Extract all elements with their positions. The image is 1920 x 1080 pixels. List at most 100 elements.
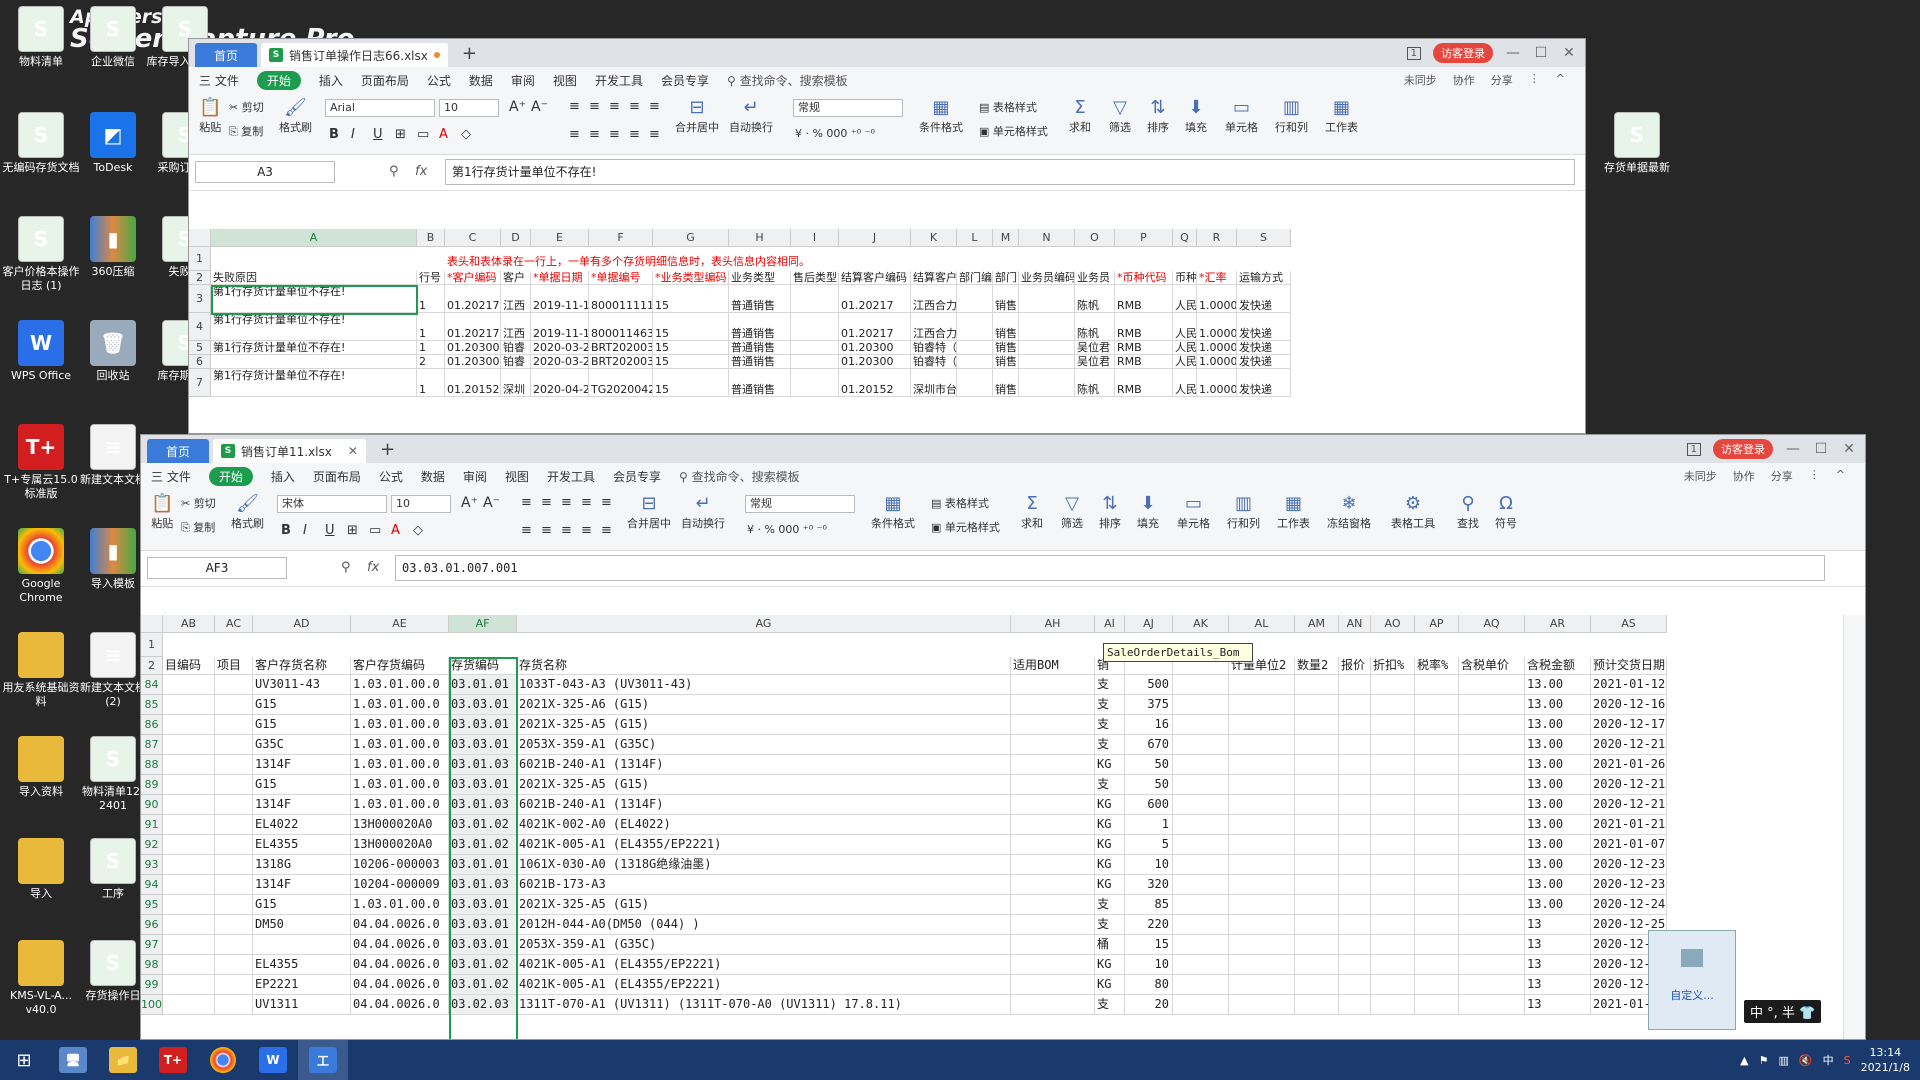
empty-cell[interactable]	[1295, 775, 1339, 795]
icon-wuliao[interactable]: S 物料清单	[0, 6, 82, 69]
data-cell[interactable]: 1	[417, 285, 445, 313]
empty-cell[interactable]	[1415, 995, 1459, 1015]
cell-ai[interactable]: KG	[1095, 975, 1125, 995]
cell-aj[interactable]: 500	[1125, 675, 1173, 695]
corner-cell[interactable]	[141, 615, 163, 633]
cell-ag[interactable]: 6021B-173-A3	[517, 875, 1011, 895]
empty-cell[interactable]	[1229, 835, 1295, 855]
cell-ae[interactable]: 1.03.01.00.0	[351, 715, 449, 735]
grow-font-icon[interactable]: A⁺	[509, 99, 526, 115]
icon-tplus[interactable]: T+ T+专属云15.0标准版	[0, 424, 82, 501]
empty-cell[interactable]	[163, 995, 215, 1015]
cell-as[interactable]: 2020-12-23	[1591, 855, 1667, 875]
empty-cell[interactable]	[1459, 855, 1525, 875]
header-cell[interactable]: 税率%	[1415, 657, 1459, 675]
copy-button[interactable]: ⎘ 复制	[181, 519, 215, 535]
clear-icon[interactable]: ◇	[413, 523, 423, 538]
empty-cell[interactable]	[1173, 775, 1229, 795]
cell-af[interactable]: 03.01.03	[449, 875, 517, 895]
empty-cell[interactable]	[1339, 675, 1371, 695]
menu-item-4[interactable]: 公式	[427, 72, 451, 89]
empty-cell[interactable]	[163, 855, 215, 875]
header-cell[interactable]: 含税单价	[1459, 657, 1525, 675]
empty-cell[interactable]	[1459, 835, 1525, 855]
cell-ai[interactable]: 支	[1095, 695, 1125, 715]
cell-af[interactable]: 03.03.01	[449, 895, 517, 915]
halign-icon-2[interactable]: ≡	[561, 523, 572, 538]
empty-cell[interactable]	[1229, 955, 1295, 975]
cell-ad[interactable]: 1318G	[253, 855, 351, 875]
data-cell[interactable]	[957, 355, 993, 369]
data-cell[interactable]: 人民币	[1173, 313, 1197, 341]
halign-icon-3[interactable]: ≡	[629, 127, 640, 142]
empty-cell[interactable]	[1011, 915, 1095, 935]
empty-cell[interactable]	[163, 935, 215, 955]
empty-cell[interactable]	[1459, 915, 1525, 935]
col-header-S[interactable]: S	[1237, 229, 1291, 247]
data-cell[interactable]: 发快递	[1237, 313, 1291, 341]
data-cell[interactable]: 铂睿	[501, 341, 531, 355]
col-header-I[interactable]: I	[791, 229, 839, 247]
empty-cell[interactable]	[163, 835, 215, 855]
col-header-AI[interactable]: AI	[1095, 615, 1125, 633]
paste-button[interactable]: 📋 粘贴	[151, 493, 173, 531]
font-select[interactable]: 宋体	[277, 495, 387, 513]
col-header-E[interactable]: E	[531, 229, 589, 247]
empty-cell[interactable]	[1371, 995, 1415, 1015]
cell-af[interactable]: 03.01.02	[449, 975, 517, 995]
cell-ai[interactable]: KG	[1095, 755, 1125, 775]
bold-icon[interactable]: B	[281, 523, 291, 538]
empty-cell[interactable]	[1173, 695, 1229, 715]
empty-cell[interactable]	[1011, 895, 1095, 915]
align-icon-1[interactable]: ≡	[589, 99, 600, 114]
empty-cell[interactable]	[1459, 955, 1525, 975]
empty-cell[interactable]	[215, 995, 253, 1015]
halign-icon-3[interactable]: ≡	[581, 523, 592, 538]
col-header-AL[interactable]: AL	[1229, 615, 1295, 633]
data-cell[interactable]: 1	[417, 341, 445, 355]
col-header-AO[interactable]: AO	[1371, 615, 1415, 633]
cell-ag[interactable]: 4021K-005-A1 (EL4355/EP2221)	[517, 955, 1011, 975]
cell-ar[interactable]: 13.00	[1525, 715, 1591, 735]
header-cell[interactable]: 适用BOM	[1011, 657, 1095, 675]
data-cell[interactable]: 01.20300	[839, 341, 911, 355]
fail-reason-cell[interactable]	[211, 355, 417, 369]
data-cell[interactable]	[791, 341, 839, 355]
cell-aj[interactable]: 375	[1125, 695, 1173, 715]
font-select[interactable]: Arial	[325, 99, 435, 117]
menu-item-0[interactable]: 三 文件	[199, 72, 239, 89]
empty-cell[interactable]	[1173, 915, 1229, 935]
empty-cell[interactable]	[1173, 895, 1229, 915]
data-cell[interactable]: 15	[653, 341, 729, 355]
menu-right-2[interactable]: 分享	[1491, 72, 1513, 88]
icon-kehu[interactable]: S 客户价格本操作日志 (1)	[0, 216, 82, 293]
cell-af[interactable]: 03.01.02	[449, 835, 517, 855]
cell-ae[interactable]: 10204-000009	[351, 875, 449, 895]
data-cell[interactable]: 01.20300	[445, 355, 501, 369]
ime-toolbar[interactable]: 中 °, 半 👕	[1744, 1000, 1822, 1023]
cell-ai[interactable]: 支	[1095, 735, 1125, 755]
empty-cell[interactable]	[1459, 715, 1525, 735]
shrink-font-icon[interactable]: A⁻	[483, 495, 500, 511]
empty-cell[interactable]	[1295, 995, 1339, 1015]
minimize-button[interactable]: —	[1505, 45, 1521, 61]
maximize-button[interactable]: ☐	[1533, 45, 1549, 61]
empty-cell[interactable]	[1415, 875, 1459, 895]
empty-cell[interactable]	[1173, 995, 1229, 1015]
empty-cell[interactable]	[1459, 675, 1525, 695]
data-cell[interactable]: 铂睿特（	[911, 341, 957, 355]
cell-af[interactable]: 03.02.03	[449, 995, 517, 1015]
empty-cell[interactable]	[1173, 935, 1229, 955]
empty-cell[interactable]	[1011, 935, 1095, 955]
empty-cell[interactable]	[1295, 735, 1339, 755]
empty-cell[interactable]	[1229, 815, 1295, 835]
fail-reason-cell[interactable]: 第1行存货计量单位不存在!	[211, 285, 417, 313]
align-icon-3[interactable]: ≡	[581, 495, 592, 510]
empty-cell[interactable]	[215, 975, 253, 995]
cell-ad[interactable]: 1314F	[253, 755, 351, 775]
empty-cell[interactable]	[215, 895, 253, 915]
header-cell[interactable]: *汇率	[1197, 271, 1237, 285]
data-cell[interactable]: 01.20217	[839, 313, 911, 341]
menu-item-3[interactable]: 页面布局	[313, 468, 361, 485]
row-header[interactable]: 88	[141, 755, 163, 775]
